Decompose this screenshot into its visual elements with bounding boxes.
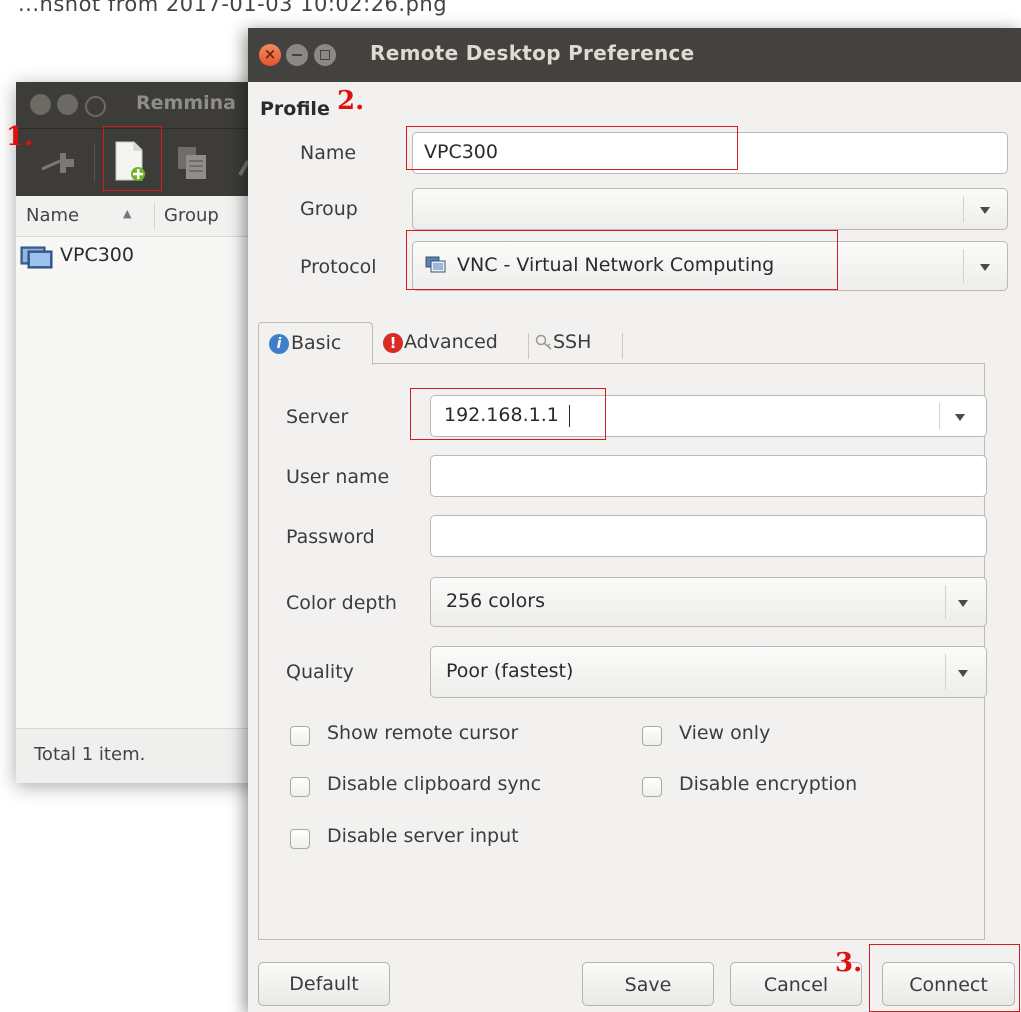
remmina-close-button[interactable] <box>30 94 51 115</box>
annotation-step-2: 2. <box>337 86 365 116</box>
annotation-box-protocol <box>406 230 838 290</box>
annotation-box-server <box>410 388 606 440</box>
preference-dialog: × Remote Desktop Preference Profile Name… <box>248 28 1021 1012</box>
username-field[interactable] <box>430 455 987 497</box>
list-item-label: VPC300 <box>60 244 134 266</box>
screenshot-filename-text: ...nshot from 2017-01-03 10:02:26.png <box>18 0 448 16</box>
connect-plug-icon[interactable] <box>40 149 76 177</box>
disable-server-input-label: Disable server input <box>327 825 519 847</box>
password-field[interactable] <box>430 515 987 557</box>
ssh-key-icon <box>535 334 552 350</box>
annotation-step-3: 3. <box>835 948 863 978</box>
save-button[interactable]: Save <box>582 962 714 1006</box>
tab-advanced-label: Advanced <box>404 331 498 353</box>
protocol-label: Protocol <box>300 256 377 278</box>
copy-icon[interactable] <box>176 145 210 181</box>
warning-icon: ! <box>383 333 403 353</box>
tab-ssh[interactable]: SSH <box>533 322 623 362</box>
minimize-icon[interactable] <box>286 44 308 66</box>
dialog-titlebar: × Remote Desktop Preference <box>248 28 1021 82</box>
default-button-label: Default <box>289 973 359 995</box>
sort-ascending-icon: ▲ <box>123 207 132 220</box>
tab-basic[interactable]: i Basic <box>258 322 373 365</box>
password-label: Password <box>286 526 375 548</box>
annotation-box-connect <box>869 944 1020 1012</box>
combo-separator <box>945 585 946 619</box>
maximize-icon[interactable] <box>314 44 336 66</box>
combo-separator <box>945 654 946 690</box>
quality-label: Quality <box>286 661 354 683</box>
color-depth-value: 256 colors <box>446 590 545 612</box>
disable-clipboard-sync-label: Disable clipboard sync <box>327 773 542 795</box>
disable-clipboard-sync-checkbox[interactable] <box>290 777 310 797</box>
remmina-window-title: Remmina <box>136 92 236 114</box>
profile-heading: Profile <box>260 98 330 120</box>
view-only-checkbox[interactable] <box>642 726 662 746</box>
view-only-label: View only <box>679 722 771 744</box>
chevron-down-icon <box>955 414 965 421</box>
chevron-down-icon <box>958 600 968 607</box>
tab-separator <box>622 333 623 359</box>
tab-ssh-label: SSH <box>553 331 592 353</box>
remote-desktop-icon <box>20 246 53 269</box>
combo-separator <box>963 196 964 222</box>
default-button[interactable]: Default <box>258 962 390 1006</box>
quality-combo[interactable]: Poor (fastest) <box>430 646 987 698</box>
column-separator <box>154 202 155 230</box>
tab-basic-label: Basic <box>291 332 342 354</box>
quality-value: Poor (fastest) <box>446 660 574 682</box>
tab-advanced[interactable]: ! Advanced <box>380 322 528 362</box>
toolbar-separator <box>94 143 95 181</box>
disable-encryption-label: Disable encryption <box>679 773 858 795</box>
chevron-down-icon <box>980 207 990 214</box>
close-icon[interactable]: × <box>259 44 281 66</box>
disable-encryption-checkbox[interactable] <box>642 777 662 797</box>
username-label: User name <box>286 466 390 488</box>
annotation-step-1: 1. <box>6 122 34 152</box>
show-remote-cursor-label: Show remote cursor <box>327 722 519 744</box>
remmina-maximize-button[interactable] <box>85 96 106 117</box>
chevron-down-icon <box>980 264 990 271</box>
combo-separator <box>939 403 940 429</box>
color-depth-label: Color depth <box>286 592 397 614</box>
show-remote-cursor-checkbox[interactable] <box>290 726 310 746</box>
column-header-group[interactable]: Group <box>164 205 219 226</box>
name-label: Name <box>300 142 357 164</box>
annotation-box-name <box>406 126 738 170</box>
dialog-title: Remote Desktop Preference <box>370 41 695 65</box>
combo-separator <box>963 249 964 283</box>
color-depth-combo[interactable]: 256 colors <box>430 577 987 627</box>
tab-separator <box>528 333 529 359</box>
info-icon: i <box>269 334 289 354</box>
status-text: Total 1 item. <box>34 744 146 765</box>
annotation-box-new-profile <box>103 126 162 191</box>
group-label: Group <box>300 198 358 220</box>
disable-server-input-checkbox[interactable] <box>290 829 310 849</box>
remmina-minimize-button[interactable] <box>57 94 78 115</box>
server-label: Server <box>286 406 349 428</box>
column-header-name[interactable]: Name <box>26 205 79 226</box>
group-combo[interactable] <box>412 188 1008 230</box>
chevron-down-icon <box>958 670 968 677</box>
save-button-label: Save <box>624 974 672 996</box>
